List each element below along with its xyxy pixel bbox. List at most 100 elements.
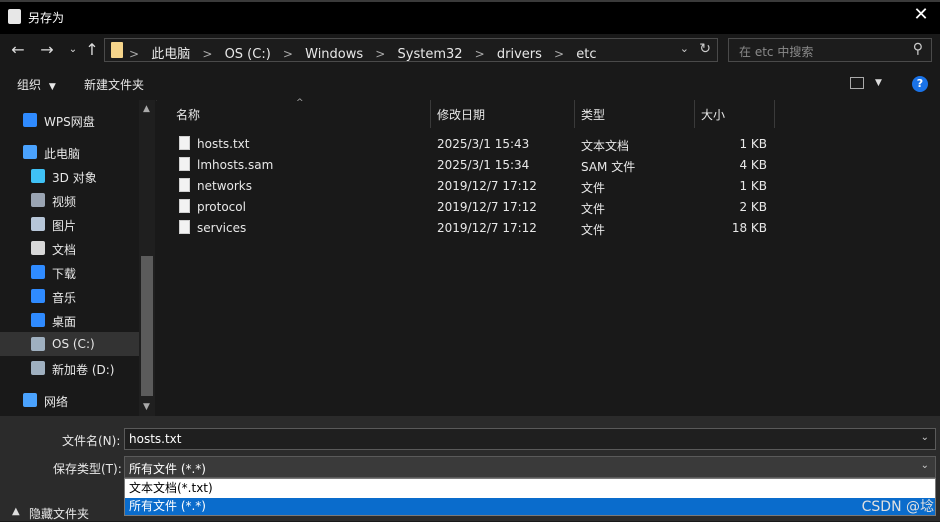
chevron-up-icon[interactable]: ▲ xyxy=(12,506,20,517)
column-header-label: 名称 xyxy=(176,108,201,122)
sidebar-item-network[interactable]: 网络 xyxy=(0,388,139,412)
organize-button[interactable]: 组织 ▼ xyxy=(17,76,56,93)
breadcrumb-item[interactable]: etc xyxy=(576,47,596,62)
file-icon xyxy=(179,199,190,213)
desktop-icon xyxy=(31,313,45,327)
chevron-down-icon[interactable]: ⌄ xyxy=(921,460,929,471)
search-placeholder: 在 etc 中搜索 xyxy=(739,45,814,59)
file-size: 1 KB xyxy=(739,179,767,193)
column-header-name[interactable]: 名称 xyxy=(170,100,431,128)
scrollbar-thumb[interactable] xyxy=(141,256,153,396)
sidebar-item-label: 图片 xyxy=(52,219,77,233)
column-header-type[interactable]: 类型 xyxy=(575,100,695,128)
breadcrumb-separator: > xyxy=(474,47,485,61)
column-header-date[interactable]: 修改日期 xyxy=(431,100,575,128)
sidebar-item-label: 此电脑 xyxy=(44,147,81,161)
sidebar-item-wps-cloud[interactable]: WPS网盘 xyxy=(0,108,139,132)
file-name: networks xyxy=(197,179,252,193)
sidebar-item-downloads[interactable]: 下载 xyxy=(0,260,139,284)
address-bar[interactable]: > 此电脑 > OS (C:) > Windows > System32 > d… xyxy=(104,38,718,62)
view-options-icon[interactable] xyxy=(850,77,864,89)
sidebar-item-3d-objects[interactable]: 3D 对象 xyxy=(0,164,139,188)
file-date: 2019/12/7 17:12 xyxy=(437,200,537,214)
file-icon xyxy=(179,220,190,234)
document-icon xyxy=(31,241,45,255)
watermark: CSDN @埝 xyxy=(861,499,934,515)
file-icon xyxy=(179,178,190,192)
cloud-icon xyxy=(23,113,37,127)
column-header-label: 类型 xyxy=(581,108,606,122)
refresh-icon[interactable]: ↻ xyxy=(699,41,711,57)
table-row[interactable]: hosts.txt 2025/3/1 15:43 文本文档 1 KB xyxy=(172,134,772,155)
chevron-down-icon[interactable]: ⌄ xyxy=(921,432,929,443)
close-icon[interactable]: ✕ xyxy=(912,6,930,24)
breadcrumb-item[interactable]: 此电脑 xyxy=(151,47,190,62)
breadcrumb-item[interactable]: System32 xyxy=(398,47,463,62)
up-arrow-icon[interactable]: ↑ xyxy=(83,41,101,59)
hide-folders-button[interactable]: 隐藏文件夹 xyxy=(29,505,89,522)
file-date: 2025/3/1 15:34 xyxy=(437,158,530,172)
file-type: 文件 xyxy=(581,223,606,237)
file-type-label: 保存类型(T): xyxy=(53,462,122,476)
breadcrumb-item[interactable]: Windows xyxy=(305,47,363,62)
sidebar-item-label: 音乐 xyxy=(52,291,77,305)
organize-label: 组织 xyxy=(17,78,42,92)
address-dropdown-icon[interactable]: ⌄ xyxy=(680,42,689,55)
file-date: 2019/12/7 17:12 xyxy=(437,179,537,193)
table-row[interactable]: protocol 2019/12/7 17:12 文件 2 KB xyxy=(172,197,772,218)
sidebar-item-videos[interactable]: 视频 xyxy=(0,188,139,212)
file-type-value: 所有文件 (*.*) xyxy=(129,462,206,476)
back-icon[interactable]: ← xyxy=(9,41,27,59)
sidebar-item-pictures[interactable]: 图片 xyxy=(0,212,139,236)
new-folder-button[interactable]: 新建文件夹 xyxy=(84,76,144,93)
sidebar-item-new-volume-d[interactable]: 新加卷 (D:) xyxy=(0,356,139,380)
file-size: 4 KB xyxy=(739,158,767,172)
sidebar-item-music[interactable]: 音乐 xyxy=(0,284,139,308)
table-row[interactable]: services 2019/12/7 17:12 文件 18 KB xyxy=(172,218,772,239)
sidebar-item-label: WPS网盘 xyxy=(44,115,95,129)
sidebar-item-desktop[interactable]: 桌面 xyxy=(0,308,139,332)
sidebar-item-label: 视频 xyxy=(52,195,77,209)
file-type-dropdown: 文本文档(*.txt) 所有文件 (*.*) xyxy=(124,478,936,516)
sidebar-item-label: 网络 xyxy=(44,395,69,409)
search-icon: ⚲ xyxy=(912,41,923,57)
file-type-select[interactable]: 所有文件 (*.*) ⌄ xyxy=(124,456,936,478)
scroll-down-icon[interactable]: ▼ xyxy=(143,402,150,412)
sidebar-item-this-pc[interactable]: 此电脑 xyxy=(0,140,139,164)
view-chevron-icon[interactable]: ▼ xyxy=(875,78,882,88)
file-type-option-selected[interactable]: 所有文件 (*.*) xyxy=(125,498,935,515)
table-row[interactable]: networks 2019/12/7 17:12 文件 1 KB xyxy=(172,176,772,197)
music-icon xyxy=(31,289,45,303)
sidebar-item-os-c[interactable]: OS (C:) xyxy=(0,332,139,356)
breadcrumb-item[interactable]: drivers xyxy=(497,47,542,62)
file-type: 文件 xyxy=(581,181,606,195)
table-row[interactable]: lmhosts.sam 2025/3/1 15:34 SAM 文件 4 KB xyxy=(172,155,772,176)
sidebar-item-label: 新加卷 (D:) xyxy=(52,363,115,377)
chevron-down-icon: ▼ xyxy=(48,82,56,92)
file-name: lmhosts.sam xyxy=(197,158,274,172)
window-title: 另存为 xyxy=(28,11,65,25)
breadcrumb-separator: > xyxy=(129,47,140,61)
sidebar-item-label: OS (C:) xyxy=(52,337,95,351)
column-header-label: 大小 xyxy=(701,108,726,122)
forward-icon[interactable]: → xyxy=(38,41,56,59)
column-header-size[interactable]: 大小 xyxy=(695,100,775,128)
file-type: 文件 xyxy=(581,202,606,216)
file-icon xyxy=(179,157,190,171)
file-name: services xyxy=(197,221,247,235)
file-name: hosts.txt xyxy=(197,137,250,151)
scroll-up-icon[interactable]: ▲ xyxy=(143,104,150,114)
sidebar-item-documents[interactable]: 文档 xyxy=(0,236,139,260)
text-file-icon xyxy=(179,136,190,150)
picture-icon xyxy=(31,217,45,231)
file-date: 2019/12/7 17:12 xyxy=(437,221,537,235)
file-type-option[interactable]: 文本文档(*.txt) xyxy=(125,480,935,497)
cube-icon xyxy=(31,169,45,183)
help-icon[interactable]: ? xyxy=(912,76,928,92)
filename-input[interactable]: hosts.txt ⌄ xyxy=(124,428,936,450)
breadcrumb-item[interactable]: OS (C:) xyxy=(225,47,271,62)
recent-locations-chevron-icon[interactable]: ⌄ xyxy=(64,41,82,59)
search-input[interactable]: 在 etc 中搜索 ⚲ xyxy=(728,38,932,62)
filename-label: 文件名(N): xyxy=(62,434,121,448)
filename-value: hosts.txt xyxy=(129,432,182,446)
